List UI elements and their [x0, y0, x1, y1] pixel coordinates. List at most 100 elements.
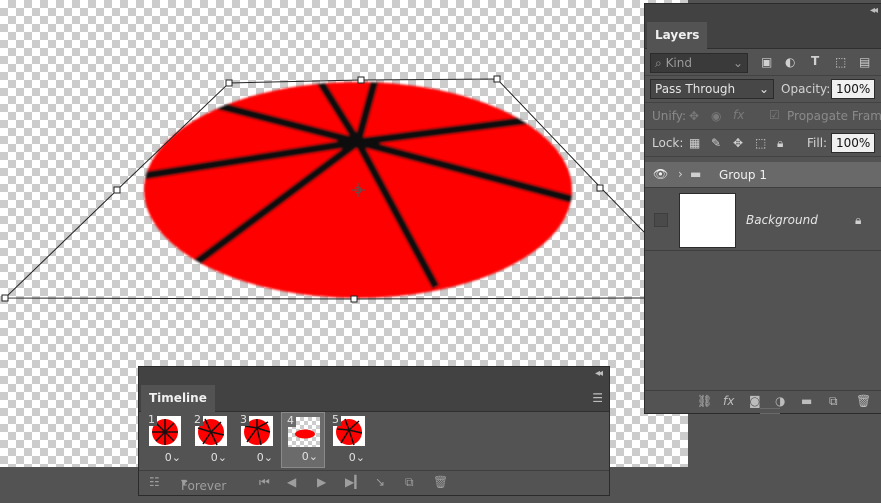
collapse-icon[interactable]: ◂◂	[870, 5, 878, 16]
smart-object-filter-icon[interactable]: ▤	[859, 55, 870, 69]
frame-number: 3	[238, 413, 249, 426]
lock-transparent-icon[interactable]: ▦	[689, 136, 700, 150]
eye-icon[interactable]: 👁︎	[653, 167, 668, 181]
frame-number: 4	[285, 414, 296, 427]
frame-number: 2	[192, 413, 203, 426]
trash-icon[interactable]: 🗑︎	[856, 394, 871, 408]
animation-frame-2[interactable]: 2 0⌄	[189, 412, 233, 468]
transform-handle[interactable]	[357, 76, 365, 84]
opacity-label: Opacity:	[781, 82, 831, 96]
transform-handle[interactable]	[493, 75, 501, 83]
filter-kind-select[interactable]: ⌕ Kind ⌄	[650, 53, 748, 73]
frame-delay[interactable]: 0⌄	[302, 450, 318, 463]
filter-kind-label: Kind	[665, 56, 692, 70]
first-frame-icon[interactable]: ⏮	[259, 475, 270, 490]
transform-handle[interactable]	[1, 294, 9, 302]
loop-option-value: Forever	[181, 479, 227, 493]
resize-grip[interactable]	[760, 408, 780, 414]
animation-frame-5[interactable]: 5 0⌄	[327, 412, 371, 468]
tab-layers[interactable]: Layers	[647, 22, 708, 49]
unify-row: Unify: ✥ ◉ fx ☑ Propagate Frame	[645, 103, 881, 130]
fill-input[interactable]: 100%	[831, 133, 875, 153]
unify-label: Unify:	[652, 109, 687, 123]
layer-row-background[interactable]: Background 🔒︎	[645, 189, 881, 251]
image-filter-icon[interactable]: ▣	[761, 55, 772, 69]
mask-icon[interactable]: ◙	[749, 394, 761, 408]
lock-image-icon[interactable]: ✎	[711, 136, 721, 150]
animation-frame-4[interactable]: 4 0⌄	[281, 412, 325, 468]
chevron-right-icon[interactable]: ›	[678, 167, 683, 181]
frame-delay-value: 0	[348, 451, 356, 464]
frame-strip: 1 0⌄ 2 0⌄ 3 0⌄ 4 0⌄ 5 0⌄	[139, 412, 609, 470]
frame-number: 5	[330, 413, 341, 426]
adjustment-icon[interactable]: ◑	[775, 394, 785, 408]
propagate-checkbox[interactable]: ☑	[769, 108, 780, 122]
shape-filter-icon[interactable]: ⬚	[835, 55, 846, 69]
frame-number: 1	[146, 413, 157, 426]
animation-frame-1[interactable]: 1 0⌄	[143, 412, 187, 468]
frame-delay-value: 0	[164, 451, 172, 464]
animation-frame-3[interactable]: 3 0⌄	[235, 412, 279, 468]
transform-handle[interactable]	[350, 295, 358, 303]
transform-handle[interactable]	[596, 184, 604, 192]
filter-row: ⌕ Kind ⌄ ▣ ◐ T ⬚ ▤	[645, 49, 881, 76]
propagate-label: Propagate Frame	[787, 109, 881, 123]
layers-panel: ◂◂ Layers ⌕ Kind ⌄ ▣ ◐ T ⬚ ▤ Pass Throug…	[644, 3, 881, 414]
collapse-icon[interactable]: ◂◂	[595, 368, 603, 379]
frame-delay[interactable]: 0⌄	[165, 451, 181, 464]
frame-delay[interactable]: 0⌄	[257, 451, 273, 464]
visibility-toggle[interactable]	[654, 213, 668, 227]
layer-name: Background	[746, 213, 818, 227]
panel-topbar: ◂◂	[645, 4, 881, 20]
blend-row: Pass Through ⌄ Opacity: 100%	[645, 76, 881, 103]
frame-delay-value: 0	[301, 450, 309, 463]
panel-topbar: ◂◂	[139, 367, 609, 383]
frame-delay[interactable]: 0⌄	[349, 451, 365, 464]
chevron-down-icon: ⌄	[758, 82, 769, 96]
unify-style-icon[interactable]: fx	[733, 108, 744, 122]
panel-menu-icon[interactable]: ☰	[592, 391, 603, 405]
layers-tabstrip: Layers	[645, 20, 881, 49]
frame-delay[interactable]: 0⌄	[211, 451, 227, 464]
lock-row: Lock: ▦ ✎ ✥ ⬚ 🔒︎ Fill: 100%	[645, 130, 881, 157]
unify-visibility-icon[interactable]: ◉	[711, 109, 721, 123]
lock-label: Lock:	[652, 136, 684, 150]
prev-frame-icon[interactable]: ◀	[287, 475, 296, 489]
loop-options-select[interactable]: Forever ▾	[181, 475, 226, 493]
convert-icon[interactable]: ☷	[149, 475, 160, 489]
layers-bottom-toolbar: ⛓ fx ◙ ◑ ▬ ⧉ 🗑︎	[645, 390, 881, 414]
lock-icon: 🔒︎	[855, 213, 862, 227]
delete-frame-icon[interactable]: 🗑︎	[433, 475, 448, 489]
opacity-input[interactable]: 100%	[831, 79, 875, 99]
new-layer-icon[interactable]: ⧉	[829, 394, 838, 409]
transform-handle[interactable]	[113, 186, 121, 194]
folder-icon: ▬	[690, 167, 702, 181]
layer-name: Group 1	[719, 168, 767, 182]
duplicate-frame-icon[interactable]: ⧉	[405, 475, 414, 490]
fill-label: Fill:	[807, 136, 828, 150]
lock-all-icon[interactable]: 🔒︎	[777, 136, 783, 151]
frame-delay-value: 0	[210, 451, 218, 464]
timeline-controls: ☷ Forever ▾ ⏮ ◀ ▶ ▶▎ ↘ ⧉ 🗑︎	[139, 470, 609, 495]
tab-timeline[interactable]: Timeline	[141, 385, 215, 412]
tween-icon[interactable]: ↘	[375, 475, 385, 489]
unify-position-icon[interactable]: ✥	[689, 109, 699, 123]
lock-artboard-icon[interactable]: ⬚	[755, 136, 766, 150]
timeline-panel: ◂◂ Timeline ☰ 1 0⌄ 2 0⌄ 3 0⌄ 4 0⌄ 5 0⌄ ☷…	[138, 366, 610, 496]
link-icon[interactable]: ⛓	[697, 394, 712, 408]
lock-position-icon[interactable]: ✥	[733, 136, 743, 150]
transform-handle[interactable]	[225, 79, 233, 87]
chevron-down-icon: ⌄	[732, 56, 743, 70]
next-frame-icon[interactable]: ▶▎	[345, 475, 363, 489]
blend-mode-select[interactable]: Pass Through ⌄	[650, 79, 774, 99]
layer-row-group-1[interactable]: 👁︎ › ▬ Group 1	[645, 162, 881, 188]
play-icon[interactable]: ▶	[317, 475, 326, 489]
folder-icon[interactable]: ▬	[801, 394, 812, 408]
timeline-tabstrip: Timeline ☰	[139, 383, 609, 412]
layer-thumbnail	[679, 193, 736, 248]
type-filter-icon[interactable]: T	[811, 54, 819, 68]
adjustment-filter-icon[interactable]: ◐	[785, 55, 795, 69]
blend-mode-value: Pass Through	[655, 82, 736, 96]
fx-icon[interactable]: fx	[723, 394, 734, 408]
search-icon: ⌕	[655, 56, 662, 70]
